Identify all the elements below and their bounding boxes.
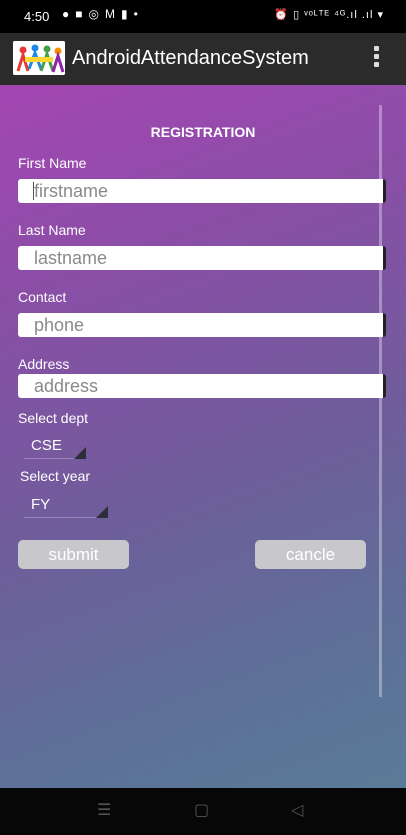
last-name-label: Last Name (18, 222, 86, 238)
first-name-input[interactable] (18, 179, 383, 203)
last-name-field[interactable] (18, 246, 386, 270)
select-year-label: Select year (20, 468, 91, 484)
home-icon[interactable]: ▢ (194, 800, 209, 820)
form-heading: REGISTRATION (150, 124, 256, 140)
status-notification-icons: ● ■ ◎ M ▮ • (62, 7, 138, 21)
last-name-input[interactable] (18, 246, 383, 270)
instagram-icon: ◎ (88, 7, 99, 21)
address-field[interactable] (18, 374, 386, 398)
contact-input[interactable] (18, 313, 383, 337)
dept-spinner[interactable]: CSE (24, 435, 86, 459)
dropdown-arrow-icon (74, 447, 86, 459)
text-cursor (33, 182, 34, 200)
address-label: Address (18, 356, 70, 372)
app-logo (13, 41, 65, 75)
gmail-icon: M (104, 7, 115, 21)
notification-icon: ▮ (120, 7, 128, 21)
back-icon[interactable]: ◁ (291, 800, 303, 820)
contact-label: Contact (18, 289, 67, 305)
status-time: 4:50 (24, 9, 50, 24)
overflow-menu-icon[interactable] (374, 46, 380, 70)
app-title: AndroidAttendanceSystem (72, 47, 309, 69)
registration-screen: REGISTRATION First Name Last Name Contac… (0, 85, 406, 788)
whatsapp-icon: ● (62, 7, 70, 21)
navigation-bar: ☰ ▢ ◁ (0, 788, 406, 835)
first-name-field[interactable] (18, 179, 386, 203)
year-spinner[interactable]: FY (24, 494, 108, 518)
cancel-button[interactable]: cancle (255, 540, 366, 569)
dropdown-arrow-icon (96, 506, 108, 518)
dot-icon: • (133, 7, 138, 21)
dept-selected-value: CSE (31, 437, 62, 454)
address-input[interactable] (18, 374, 383, 398)
app-bar: AndroidAttendanceSystem (0, 33, 406, 85)
status-system-icons: ⏰ ▯ ᵛᵒᴸᵀᴱ ⁴ᴳ.ıl .ıl ▾ (274, 9, 384, 21)
recents-icon[interactable]: ☰ (97, 800, 111, 820)
select-dept-label: Select dept (18, 410, 89, 426)
youtube-icon: ■ (75, 7, 83, 21)
status-bar: 4:50 ● ■ ◎ M ▮ • ⏰ ▯ ᵛᵒᴸᵀᴱ ⁴ᴳ.ıl .ıl ▾ (0, 0, 406, 33)
submit-button[interactable]: submit (18, 540, 129, 569)
first-name-label: First Name (18, 155, 87, 171)
contact-field[interactable] (18, 313, 386, 337)
year-selected-value: FY (31, 496, 51, 513)
